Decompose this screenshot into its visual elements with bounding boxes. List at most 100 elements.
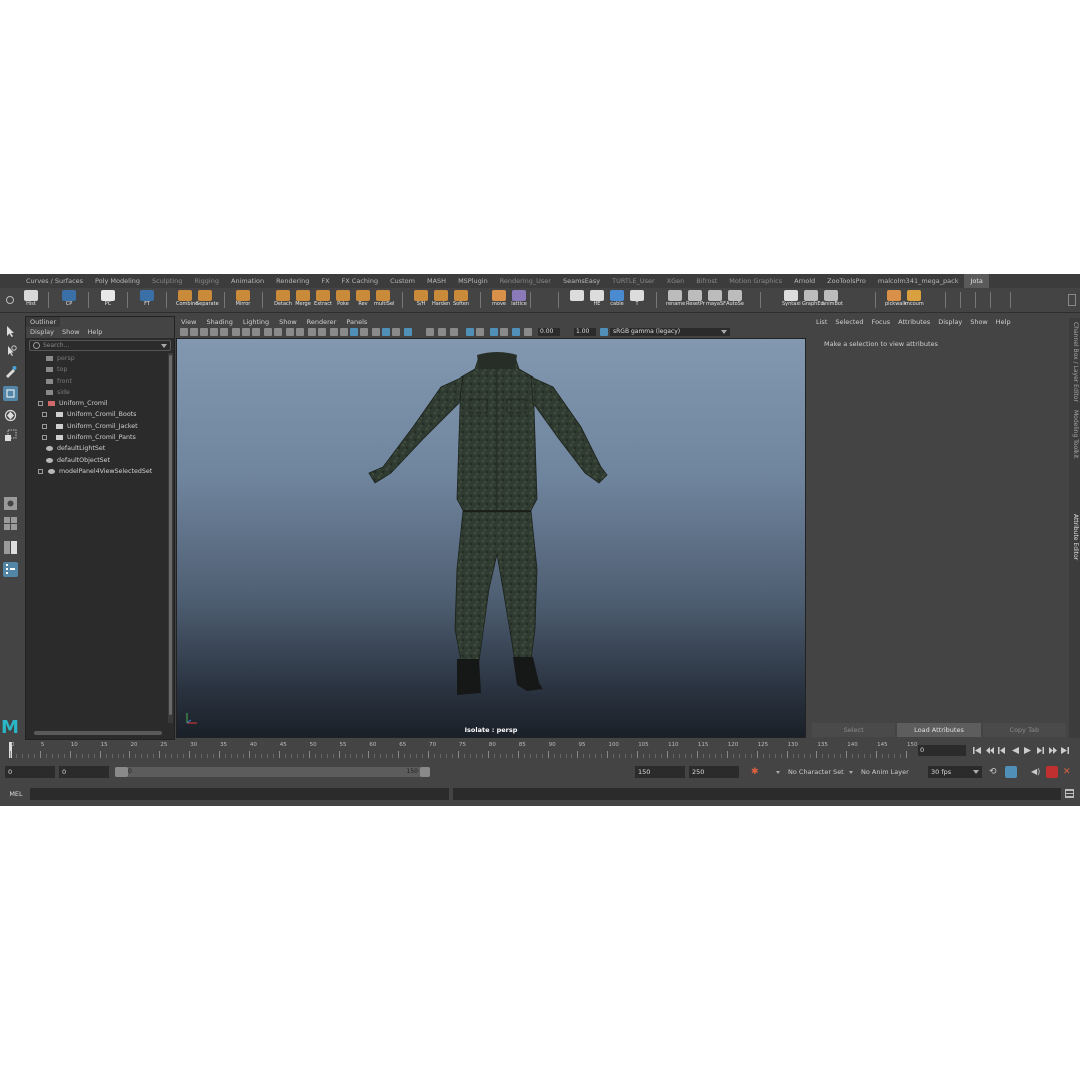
outliner-menu-show[interactable]: Show <box>58 327 84 338</box>
viewport-toolbar-icon[interactable] <box>200 328 208 336</box>
shelf-button-19[interactable]: HE <box>588 290 606 310</box>
shelf-tab-5[interactable]: Rendering <box>270 274 315 288</box>
attribute-editor-button-0[interactable]: Select <box>812 723 896 737</box>
viewport-toolbar-icon[interactable] <box>340 328 348 336</box>
cache-playback-icon[interactable] <box>1005 766 1017 778</box>
shelf-button-10[interactable]: Poke <box>334 290 352 310</box>
shelf-tab-12[interactable]: SeamsEasy <box>557 274 606 288</box>
shelf-button-4[interactable]: Combine <box>176 290 198 310</box>
viewport-toolbar-icon[interactable] <box>524 328 532 336</box>
outliner-item[interactable]: defaultObjectSet <box>26 455 166 466</box>
current-frame-field[interactable]: 0 <box>918 745 966 756</box>
color-space-dropdown[interactable]: sRGB gamma (legacy) <box>610 328 730 336</box>
scene-start-field[interactable]: 0 <box>5 766 55 778</box>
viewport-toolbar-icon[interactable] <box>350 328 358 336</box>
attribute-editor-menu-selected[interactable]: Selected <box>831 317 867 327</box>
viewport-toolbar-icon[interactable] <box>600 328 608 336</box>
viewport-toolbar-icon[interactable] <box>466 328 474 336</box>
outliner-title[interactable]: Outliner <box>26 317 61 327</box>
shelf-settings-icon[interactable] <box>6 296 14 304</box>
shelf-button-29[interactable]: pickwalk <box>885 290 907 310</box>
outliner-item[interactable]: top <box>26 364 166 375</box>
character-set-dropdown[interactable]: No Character Set <box>788 766 844 778</box>
viewport-toolbar-icon[interactable] <box>360 328 368 336</box>
shelf-tab-6[interactable]: FX <box>315 274 335 288</box>
shelf-tab-8[interactable]: Custom <box>384 274 421 288</box>
rotate-tool-icon[interactable] <box>3 408 18 423</box>
shelf-button-3[interactable]: FT <box>138 290 156 310</box>
shelf-tab-15[interactable]: Bifrost <box>690 274 723 288</box>
viewport-toolbar-icon[interactable] <box>330 328 338 336</box>
viewport-toolbar-icon[interactable] <box>438 328 446 336</box>
shelf-button-24[interactable]: mayaSF <box>706 290 726 310</box>
step-forward-frame-icon[interactable] <box>1035 745 1045 756</box>
shelf-tab-9[interactable]: MASH <box>421 274 452 288</box>
attribute-editor-menu-list[interactable]: List <box>812 317 831 327</box>
viewport-toolbar-icon[interactable] <box>426 328 434 336</box>
paint-select-tool-icon[interactable] <box>3 364 18 379</box>
attribute-editor-menu-attributes[interactable]: Attributes <box>894 317 934 327</box>
viewport-menu-lighting[interactable]: Lighting <box>238 317 274 327</box>
outliner-item[interactable]: persp <box>26 353 166 364</box>
viewport-toolbar-icon[interactable] <box>382 328 390 336</box>
viewport-toolbar-icon[interactable] <box>318 328 326 336</box>
shelf-button-30[interactable]: mcoum <box>905 290 924 310</box>
shelf-button-1[interactable]: CP <box>60 290 78 310</box>
viewport-menu-renderer[interactable]: Renderer <box>302 317 342 327</box>
shelf-button-13[interactable]: S/H <box>412 290 430 310</box>
shelf-button-0[interactable]: Hist <box>22 290 40 310</box>
fps-dropdown[interactable]: 30 fps <box>928 766 982 778</box>
outliner-item[interactable]: defaultLightSet <box>26 443 166 454</box>
shelf-button-9[interactable]: Extract <box>314 290 332 310</box>
lasso-tool-icon[interactable] <box>3 344 18 359</box>
attribute-editor-button-1[interactable]: Load Attributes <box>897 723 981 737</box>
viewport-toolbar-icon[interactable] <box>476 328 484 336</box>
outliner-item[interactable]: front <box>26 376 166 387</box>
viewport-toolbar-icon[interactable] <box>450 328 458 336</box>
shelf-tab-16[interactable]: Motion Graphics <box>723 274 788 288</box>
viewport-toolbar-icon[interactable] <box>500 328 508 336</box>
viewport-toolbar-icon[interactable] <box>264 328 272 336</box>
character-set-key-icon[interactable]: ✱ <box>751 767 759 777</box>
command-language-button[interactable]: MEL <box>5 788 27 800</box>
viewport-menu-shading[interactable]: Shading <box>201 317 237 327</box>
viewport-menu-view[interactable]: View <box>176 317 201 327</box>
shelf-tab-1[interactable]: Poly Modeling <box>89 274 146 288</box>
outliner-item[interactable]: side <box>26 387 166 398</box>
shelf-tab-10[interactable]: MSPlugin <box>452 274 494 288</box>
shelf-tab-0[interactable]: Curves / Surfaces <box>20 274 89 288</box>
outliner-item[interactable]: Uniform_Cromil_Pants <box>26 432 166 443</box>
shelf-button-2[interactable]: PC <box>99 290 117 310</box>
shelf-button-28[interactable]: animBot <box>822 290 843 310</box>
attribute-editor-menu-focus[interactable]: Focus <box>868 317 895 327</box>
shelf-button-16[interactable]: move <box>490 290 508 310</box>
shelf-tab-13[interactable]: TURTLE_User <box>606 274 661 288</box>
shelf-tab-14[interactable]: XGen <box>661 274 691 288</box>
step-back-key-icon[interactable] <box>985 745 995 756</box>
shelf-button-23[interactable]: ResetPr <box>686 290 705 310</box>
shelf-button-22[interactable]: rename <box>666 290 685 310</box>
viewport-toolbar-icon[interactable] <box>190 328 198 336</box>
shelf-tab-2[interactable]: Sculpting <box>146 274 188 288</box>
viewport-toolbar-icon[interactable] <box>242 328 250 336</box>
viewport-toolbar-icon[interactable] <box>232 328 240 336</box>
shelf-button-17[interactable]: lattice <box>510 290 528 310</box>
shelf-button-21[interactable]: T <box>628 290 646 310</box>
two-pane-layout-icon[interactable] <box>3 540 18 555</box>
go-to-end-icon[interactable] <box>1060 745 1070 756</box>
range-slider-end-handle[interactable] <box>420 767 430 777</box>
shelf-tab-18[interactable]: ZooToolsPro <box>821 274 872 288</box>
script-editor-icon[interactable] <box>1065 789 1074 798</box>
attribute-editor-menu-show[interactable]: Show <box>966 317 992 327</box>
outliner-item[interactable]: Uniform_Cromil_Jacket <box>26 421 166 432</box>
viewport-toolbar-icon[interactable] <box>286 328 294 336</box>
side-tab-2[interactable]: Attribute Editor <box>1070 514 1079 560</box>
shelf-tab-11[interactable]: Rendering_User <box>494 274 557 288</box>
step-back-frame-icon[interactable] <box>997 745 1007 756</box>
shelf-button-15[interactable]: Soften <box>452 290 470 310</box>
chevron-down-icon[interactable] <box>776 771 780 774</box>
shelf-button-27[interactable]: GraphEd <box>802 290 824 310</box>
shelf-tab-17[interactable]: Arnold <box>788 274 821 288</box>
viewport-toolbar-icon[interactable] <box>490 328 498 336</box>
side-tab-0[interactable]: Channel Box / Layer Editor <box>1070 322 1079 402</box>
